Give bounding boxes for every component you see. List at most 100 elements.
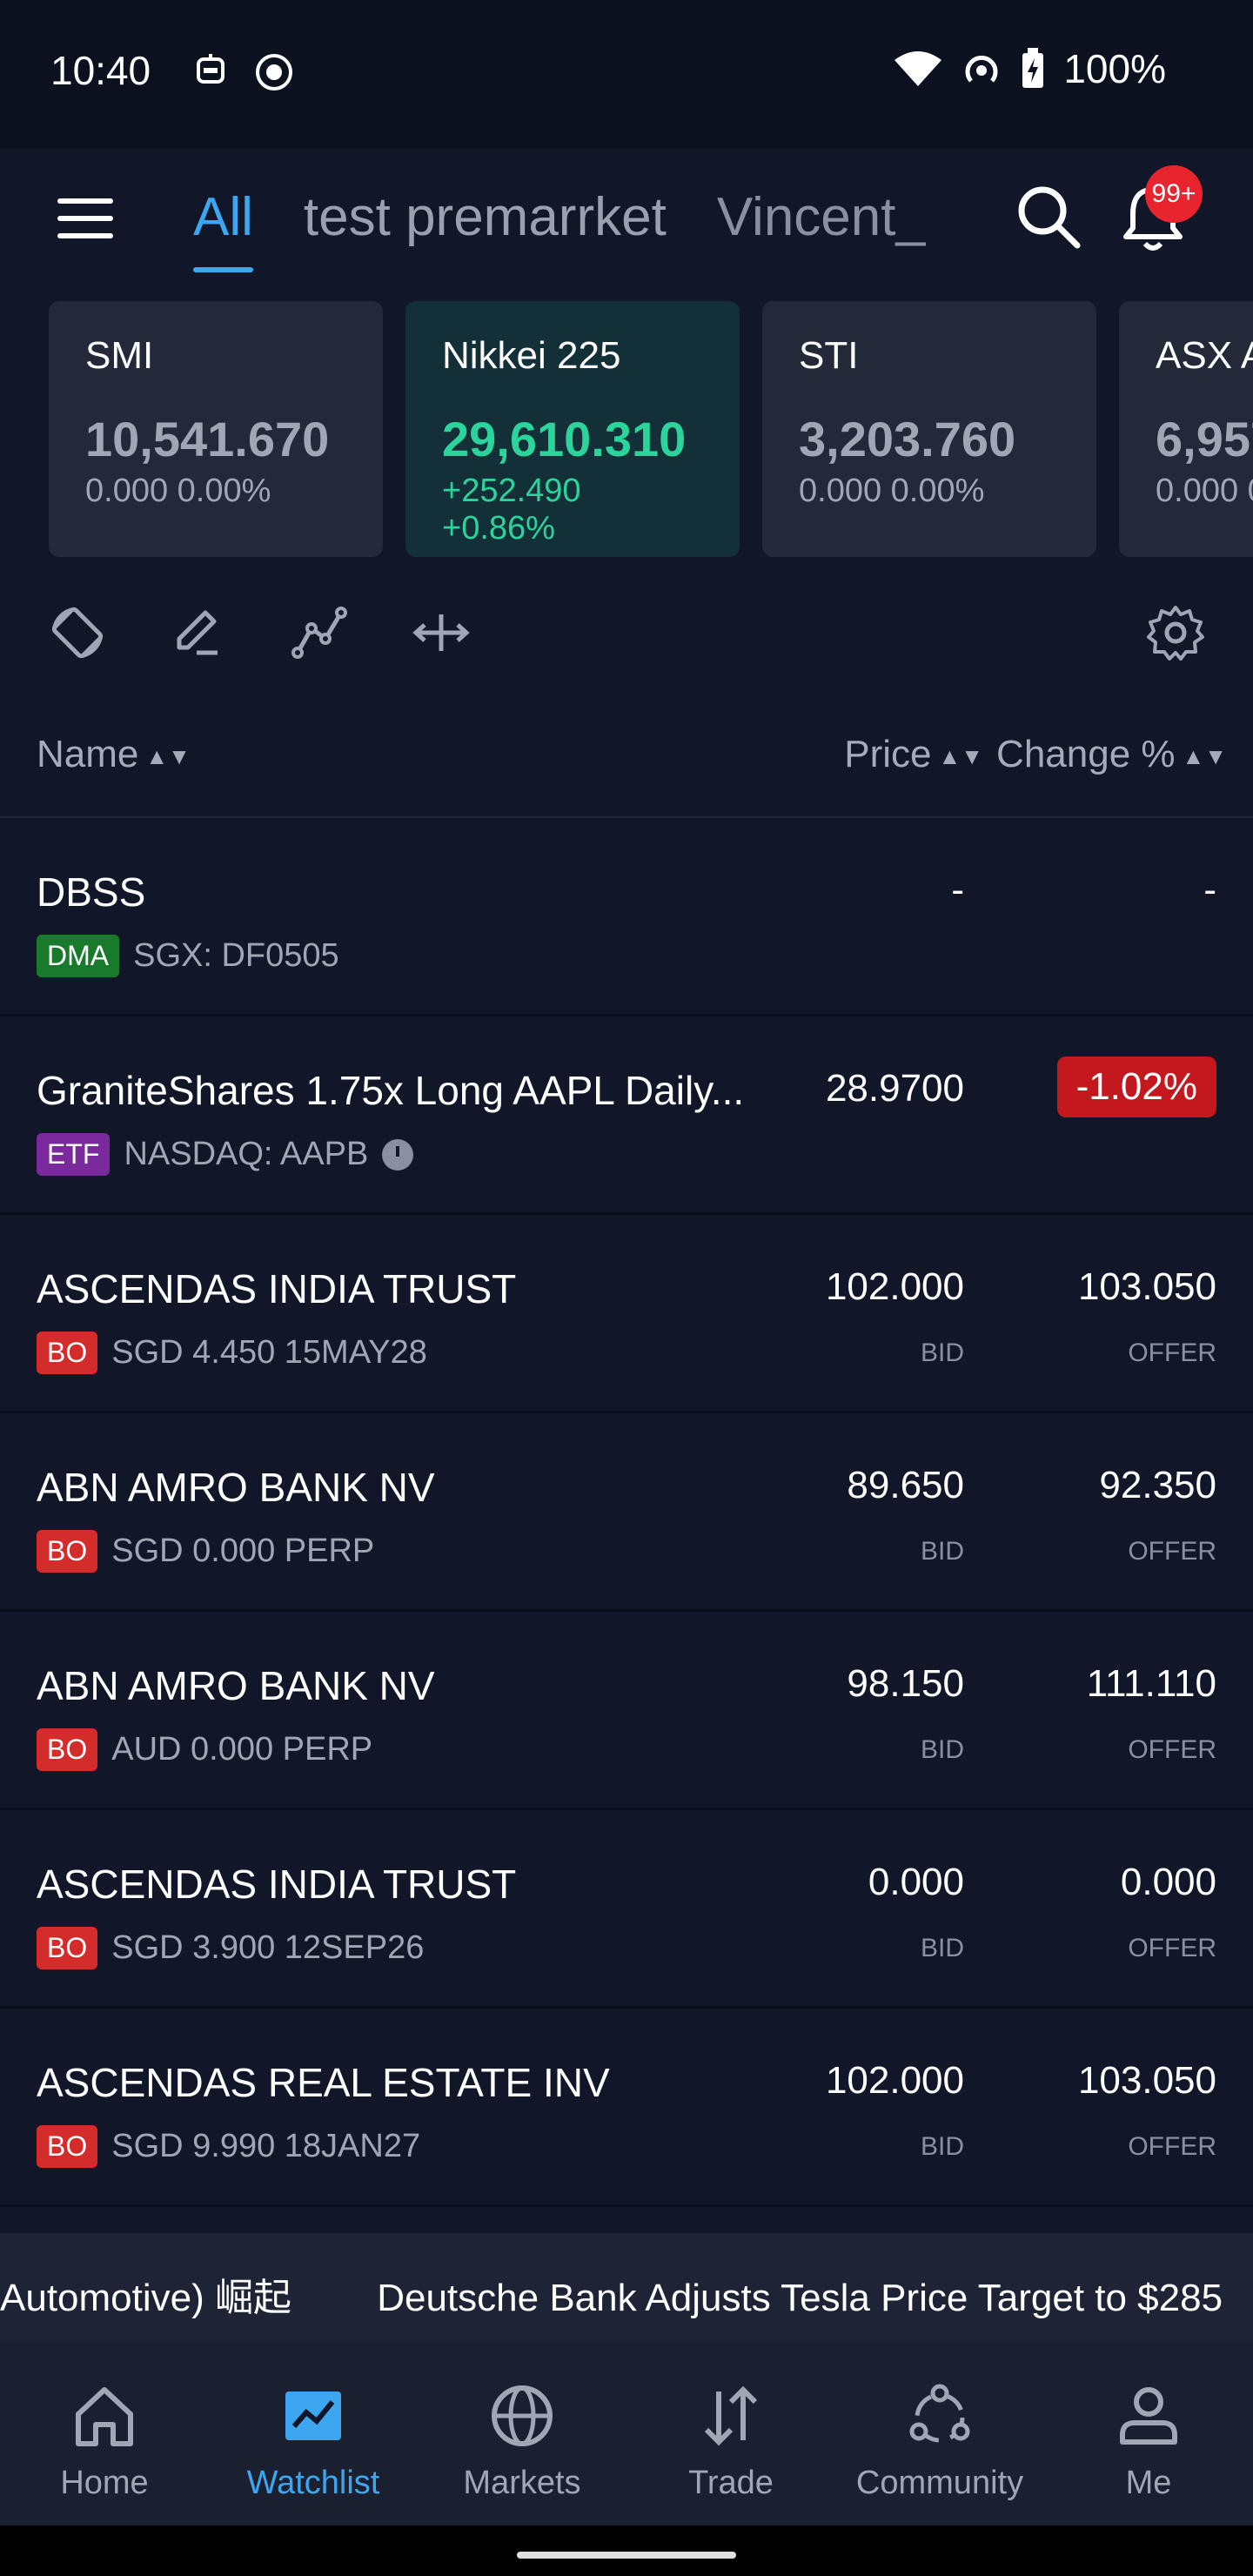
list-item[interactable]: ASCENDAS INDIA TRUST BO SGD 3.900 12SEP2…	[0, 1810, 1253, 2009]
news-ticker[interactable]: Automotive) 崛起 Deutsche Bank Adjusts Tes…	[0, 2233, 1253, 2341]
index-name: STI	[799, 334, 859, 377]
index-change: +252.490 +0.86%	[442, 473, 581, 547]
security-code: SGD 3.900 12SEP26	[111, 1929, 425, 1966]
sort-by-price[interactable]: Price ▲▼	[844, 733, 983, 776]
security-subline: BO SGD 3.900 12SEP26	[37, 1927, 424, 1969]
security-name: GraniteShares 1.75x Long AAPL Daily...	[37, 1068, 745, 1113]
bottom-nav: Home Watchlist Markets Trade Community M…	[0, 2341, 1253, 2526]
offer-value: 103.050	[1077, 1265, 1216, 1308]
settings-icon[interactable]	[1145, 602, 1206, 663]
list-item[interactable]: ASCENDAS INDIA TRUST BO SGD 4.450 15MAY2…	[0, 1215, 1253, 1413]
bid-label: BID	[920, 1934, 964, 1962]
security-code: SGX: DF0505	[133, 937, 339, 974]
status-time: 10:40	[50, 48, 151, 93]
security-type-badge: BO	[37, 1728, 98, 1771]
list-item[interactable]: ASCENDAS REAL ESTATE INV BO SGD 9.990 18…	[0, 2009, 1253, 2207]
offer-label: OFFER	[1128, 1735, 1216, 1764]
offer-label: OFFER	[1128, 1338, 1216, 1367]
nav-community[interactable]: Community	[835, 2341, 1044, 2526]
column-change-label: Change %	[996, 733, 1176, 775]
security-type-badge: DMA	[37, 935, 120, 977]
security-code: AUD 0.000 PERP	[111, 1731, 373, 1768]
rotate-icon[interactable]	[47, 602, 108, 663]
trade-arrows-icon	[704, 2385, 758, 2446]
security-subline: BO SGD 9.990 18JAN27	[37, 2125, 420, 2168]
offer-value: 103.050	[1077, 2059, 1216, 2102]
list-header: Name ▲▼ Price ▲▼ Change % ▲▼	[0, 714, 1253, 818]
wifi-icon	[895, 51, 942, 86]
bid-value: 98.150	[847, 1662, 964, 1705]
change-value: -	[1203, 869, 1216, 911]
index-value: 6,957	[1156, 412, 1253, 466]
bid-value: 89.650	[847, 1464, 964, 1506]
nav-markets[interactable]: Markets	[418, 2341, 626, 2526]
tab-all[interactable]: All	[193, 186, 253, 272]
top-nav: All test premarrket Vincent_	[0, 148, 1253, 296]
offer-value: 111.110	[1086, 1662, 1216, 1705]
price-value: -	[951, 869, 964, 911]
index-carousel: SMI 10,541.670 0.000 0.00% Nikkei 225 29…	[49, 301, 1253, 557]
index-card-sti[interactable]: STI 3,203.760 0.000 0.00%	[762, 301, 1096, 557]
security-name: ASCENDAS INDIA TRUST	[37, 1266, 517, 1311]
ticker-item[interactable]: Deutsche Bank Adjusts Tesla Price Target…	[377, 2277, 1223, 2319]
nav-me[interactable]: Me	[1044, 2341, 1253, 2526]
security-name: ASCENDAS INDIA TRUST	[37, 1862, 517, 1907]
security-subline: BO AUD 0.000 PERP	[37, 1728, 372, 1771]
community-icon	[909, 2384, 970, 2443]
list-item[interactable]: DBSS DMA SGX: DF0505 - -	[0, 818, 1253, 1016]
home-icon	[76, 2387, 133, 2446]
index-change: 0.000 0.00%	[85, 473, 271, 509]
nav-trade[interactable]: Trade	[626, 2341, 835, 2526]
status-bar: 10:40 100%	[0, 0, 1253, 148]
search-icon[interactable]	[1015, 183, 1081, 249]
list-item[interactable]: ABN AMRO BANK NV BO SGD 0.000 PERP 89.65…	[0, 1413, 1253, 1612]
watchlist-tabs: All test premarrket Vincent_	[193, 186, 926, 272]
status-notification-icons	[193, 52, 294, 92]
chart-line-icon[interactable]	[289, 602, 350, 663]
sort-icon: ▲▼	[145, 742, 191, 769]
list-item[interactable]: ABN AMRO BANK NV BO AUD 0.000 PERP 98.15…	[0, 1612, 1253, 1810]
index-card-nikkei[interactable]: Nikkei 225 29,610.310 +252.490 +0.86%	[405, 301, 740, 557]
security-name: ABN AMRO BANK NV	[37, 1663, 435, 1708]
nav-home[interactable]: Home	[0, 2341, 209, 2526]
security-type-badge: ETF	[37, 1133, 111, 1176]
sort-by-change[interactable]: Change % ▲▼	[996, 733, 1227, 776]
watchlist-icon	[285, 2392, 341, 2440]
index-card-asx[interactable]: ASX A 6,957 0.000 0	[1119, 301, 1253, 557]
clock-icon	[382, 1138, 414, 1171]
expand-horizontal-icon[interactable]	[411, 602, 472, 663]
bid-label: BID	[920, 1338, 964, 1367]
security-type-badge: BO	[37, 2125, 98, 2168]
hotspot-icon	[965, 55, 998, 83]
index-change: 0.000 0	[1156, 473, 1253, 509]
column-price-label: Price	[844, 733, 932, 775]
list-item[interactable]: GraniteShares 1.75x Long AAPL Daily... E…	[0, 1016, 1253, 1215]
security-code: SGD 9.990 18JAN27	[111, 2128, 421, 2164]
profile-icon	[1120, 2387, 1177, 2445]
bid-value: 0.000	[868, 1861, 964, 1903]
bid-label: BID	[920, 1735, 964, 1764]
security-name: ABN AMRO BANK NV	[37, 1465, 435, 1510]
security-name: ASCENDAS REAL ESTATE INV	[37, 2060, 610, 2105]
index-value: 10,541.670	[85, 412, 330, 466]
watchlist-toolbar	[0, 592, 1253, 679]
nav-label: Markets	[463, 2465, 581, 2501]
index-card-smi[interactable]: SMI 10,541.670 0.000 0.00%	[49, 301, 383, 557]
security-code: NASDAQ: AAPB	[124, 1136, 369, 1172]
edit-icon[interactable]	[167, 602, 228, 663]
tab-vincent[interactable]: Vincent_	[717, 186, 926, 248]
security-subline: DMA SGX: DF0505	[37, 935, 339, 977]
sort-by-name[interactable]: Name ▲▼	[37, 733, 191, 776]
nav-watchlist[interactable]: Watchlist	[209, 2341, 418, 2526]
tab-test-premarket[interactable]: test premarrket	[304, 186, 667, 248]
index-value: 3,203.760	[799, 412, 1016, 466]
bid-label: BID	[920, 1537, 964, 1566]
menu-icon[interactable]	[57, 198, 113, 238]
sort-icon: ▲▼	[938, 742, 983, 769]
index-name: SMI	[85, 334, 154, 377]
bid-label: BID	[920, 2132, 964, 2161]
ticker-item[interactable]: Automotive) 崛起	[0, 2277, 291, 2319]
column-name-label: Name	[37, 733, 139, 775]
offer-value: 92.350	[1099, 1464, 1216, 1506]
home-indicator[interactable]	[517, 2552, 736, 2559]
